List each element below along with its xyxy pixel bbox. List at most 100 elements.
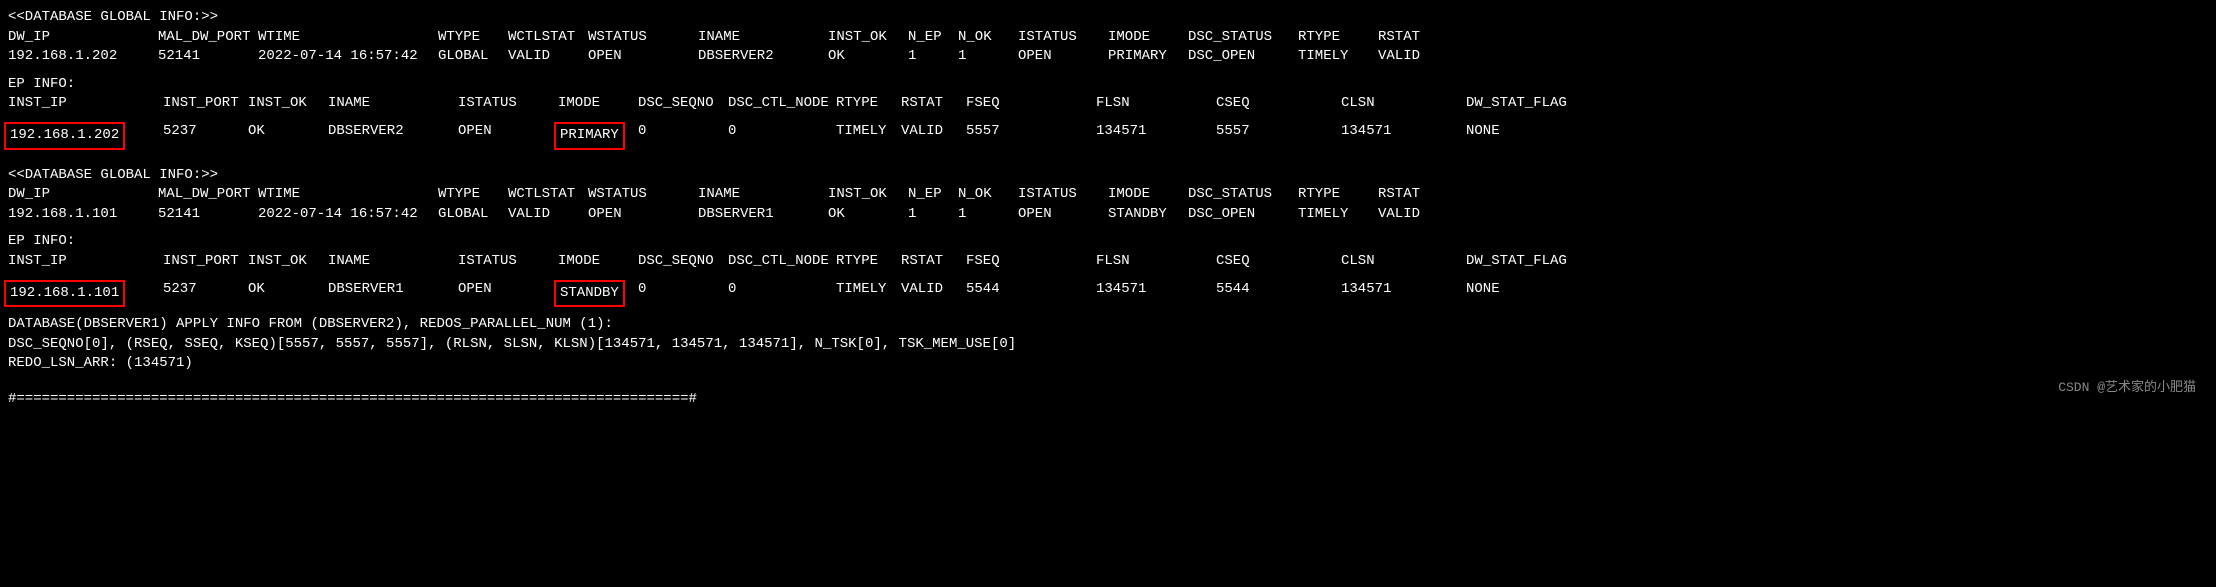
- hdr-nok: N_OK: [958, 28, 1018, 48]
- val-imode-highlighted: PRIMARY: [558, 122, 638, 150]
- hdr-dsc: DSC_STATUS: [1188, 185, 1298, 205]
- val-wstatus: OPEN: [588, 47, 698, 67]
- val-dscctl: 0: [728, 122, 836, 150]
- hdr-instok: INST_OK: [248, 252, 328, 272]
- val-nep: 1: [908, 205, 958, 225]
- val-mal: 52141: [158, 47, 258, 67]
- highlight-box: 192.168.1.202: [4, 122, 125, 150]
- val-instok: OK: [248, 122, 328, 150]
- val-iname: DBSERVER2: [328, 122, 458, 150]
- hdr-dwstat: DW_STAT_FLAG: [1466, 252, 1596, 272]
- val-cseq: 5544: [1216, 280, 1341, 308]
- val-nok: 1: [958, 205, 1018, 225]
- hdr-wtype: WTYPE: [438, 185, 508, 205]
- val-rtype: TIMELY: [1298, 205, 1378, 225]
- highlight-box: 192.168.1.101: [4, 280, 125, 308]
- hdr-istatus: ISTATUS: [458, 94, 558, 114]
- hdr-nep: N_EP: [908, 28, 958, 48]
- hdr-fseq: FSEQ: [966, 94, 1096, 114]
- ep-info-title-1: EP INFO:: [8, 75, 2208, 95]
- ep-info-title-2: EP INFO:: [8, 232, 2208, 252]
- hdr-instip: INST_IP: [8, 252, 163, 272]
- hdr-iname: INAME: [328, 94, 458, 114]
- val-dwstat: NONE: [1466, 280, 1596, 308]
- val-imode: STANDBY: [1108, 205, 1188, 225]
- val-iname: DBSERVER1: [698, 205, 828, 225]
- val-istatus: OPEN: [1018, 47, 1108, 67]
- hdr-dw-ip: DW_IP: [8, 28, 158, 48]
- hdr-rstat: RSTAT: [1378, 185, 1448, 205]
- val-instok: OK: [248, 280, 328, 308]
- val-iname: DBSERVER2: [698, 47, 828, 67]
- val-dscseq: 0: [638, 122, 728, 150]
- hdr-istatus: ISTATUS: [458, 252, 558, 272]
- val-instip-highlighted: 192.168.1.202: [8, 122, 163, 150]
- val-clsn: 134571: [1341, 122, 1466, 150]
- db-global-values-1: 192.168.1.202 52141 2022-07-14 16:57:42 …: [8, 47, 2208, 67]
- hdr-flsn: FLSN: [1096, 252, 1216, 272]
- hdr-instport: INST_PORT: [163, 94, 248, 114]
- val-istatus: OPEN: [1018, 205, 1108, 225]
- hdr-wtype: WTYPE: [438, 28, 508, 48]
- val-instport: 5237: [163, 280, 248, 308]
- apply-info-line2: DSC_SEQNO[0], (RSEQ, SSEQ, KSEQ)[5557, 5…: [8, 335, 2208, 355]
- db-global-title-2: <<DATABASE GLOBAL INFO:>>: [8, 166, 2208, 186]
- hdr-iname: INAME: [698, 28, 828, 48]
- hdr-rtype: RTYPE: [836, 252, 901, 272]
- db-global-title-1: <<DATABASE GLOBAL INFO:>>: [8, 8, 2208, 28]
- hdr-clsn: CLSN: [1341, 94, 1466, 114]
- val-istatus: OPEN: [458, 122, 558, 150]
- val-instport: 5237: [163, 122, 248, 150]
- hdr-flsn: FLSN: [1096, 94, 1216, 114]
- hdr-rtype: RTYPE: [1298, 185, 1378, 205]
- val-imode-highlighted: STANDBY: [558, 280, 638, 308]
- val-instok: OK: [828, 47, 908, 67]
- ep-info-headers-2: INST_IP INST_PORT INST_OK INAME ISTATUS …: [8, 252, 2208, 272]
- val-wtype: GLOBAL: [438, 47, 508, 67]
- val-instip-highlighted: 192.168.1.101: [8, 280, 163, 308]
- hdr-rstat: RSTAT: [901, 252, 966, 272]
- hdr-rstat: RSTAT: [901, 94, 966, 114]
- hdr-clsn: CLSN: [1341, 252, 1466, 272]
- hdr-instok: INST_OK: [828, 28, 908, 48]
- val-wctl: VALID: [508, 205, 588, 225]
- hdr-nep: N_EP: [908, 185, 958, 205]
- val-rstat: VALID: [901, 122, 966, 150]
- val-flsn: 134571: [1096, 122, 1216, 150]
- val-wstatus: OPEN: [588, 205, 698, 225]
- apply-info-line3: REDO_LSN_ARR: (134571): [8, 354, 2208, 374]
- hdr-cseq: CSEQ: [1216, 94, 1341, 114]
- val-dw-ip: 192.168.1.101: [8, 205, 158, 225]
- val-clsn: 134571: [1341, 280, 1466, 308]
- hdr-wstatus: WSTATUS: [588, 28, 698, 48]
- ep-info-values-1: 192.168.1.202 5237 OK DBSERVER2 OPEN PRI…: [8, 122, 2208, 150]
- hdr-fseq: FSEQ: [966, 252, 1096, 272]
- val-nok: 1: [958, 47, 1018, 67]
- val-wtime: 2022-07-14 16:57:42: [258, 47, 438, 67]
- apply-info-line1: DATABASE(DBSERVER1) APPLY INFO FROM (DBS…: [8, 315, 2208, 335]
- hdr-rtype: RTYPE: [1298, 28, 1378, 48]
- val-cseq: 5557: [1216, 122, 1341, 150]
- hdr-imode: IMODE: [1108, 185, 1188, 205]
- ep-info-headers-1: INST_IP INST_PORT INST_OK INAME ISTATUS …: [8, 94, 2208, 114]
- highlight-box: PRIMARY: [554, 122, 625, 150]
- val-rtype: TIMELY: [836, 280, 901, 308]
- val-flsn: 134571: [1096, 280, 1216, 308]
- hdr-wctl: WCTLSTAT: [508, 28, 588, 48]
- hdr-instip: INST_IP: [8, 94, 163, 114]
- val-fseq: 5557: [966, 122, 1096, 150]
- hdr-instok: INST_OK: [248, 94, 328, 114]
- val-iname: DBSERVER1: [328, 280, 458, 308]
- hdr-dscseq: DSC_SEQNO: [638, 252, 728, 272]
- hdr-wtime: WTIME: [258, 28, 438, 48]
- hdr-dw-ip: DW_IP: [8, 185, 158, 205]
- val-wctl: VALID: [508, 47, 588, 67]
- highlight-box: STANDBY: [554, 280, 625, 308]
- watermark-text: CSDN @艺术家的小肥猫: [2058, 379, 2196, 397]
- val-rstat: VALID: [1378, 205, 1448, 225]
- val-dsc: DSC_OPEN: [1188, 47, 1298, 67]
- hdr-rstat: RSTAT: [1378, 28, 1448, 48]
- val-rstat: VALID: [1378, 47, 1448, 67]
- hdr-dscctl: DSC_CTL_NODE: [728, 94, 836, 114]
- hdr-wstatus: WSTATUS: [588, 185, 698, 205]
